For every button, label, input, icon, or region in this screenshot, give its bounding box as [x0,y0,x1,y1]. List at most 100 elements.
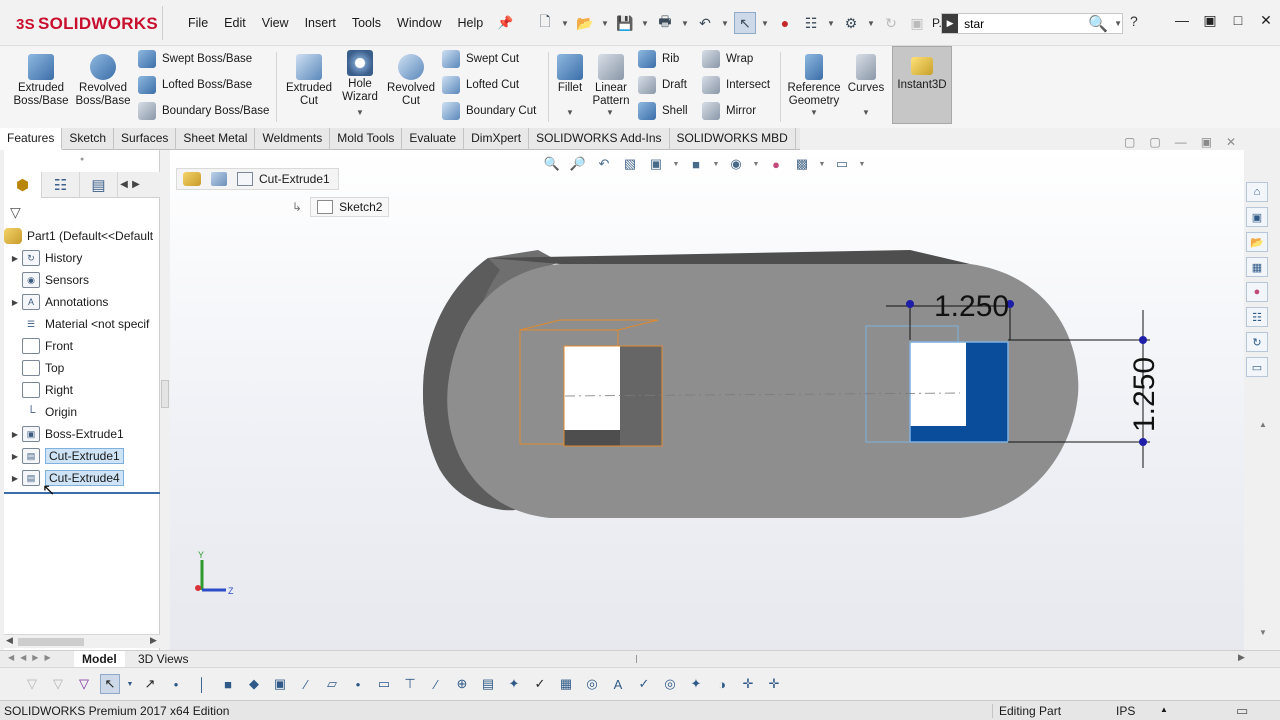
view-settings-icon[interactable]: ▭ [832,154,852,174]
filter-planes-icon[interactable]: ▱ [322,674,342,694]
screen-capture-icon[interactable]: ▣ [906,12,928,34]
tab-dimxpert[interactable]: DimXpert [464,128,530,150]
open-file-icon[interactable]: 📂 [574,12,596,34]
filter-center-of-mass-icon[interactable]: ✛ [738,674,758,694]
print-dropdown-icon[interactable]: ▼ [680,12,690,34]
solidworks-logo[interactable]: 3S SOLIDWORKS [16,10,158,38]
intersect-button[interactable]: Intersect [702,75,770,95]
boundary-boss-button[interactable]: Boundary Boss/Base [138,101,269,121]
file-explorer-icon[interactable]: 📂 [1246,232,1268,252]
instant3d-button[interactable]: Instant3D [892,46,952,124]
hole-wizard-button[interactable]: Hole Wizard [338,50,382,104]
select-pointer-icon[interactable]: ↖ [734,12,756,34]
menu-help[interactable]: Help [450,16,492,30]
panel-tabs-left-icon[interactable]: ◀ [118,172,130,197]
undo-dropdown-icon[interactable]: ▼ [720,12,730,34]
menu-insert[interactable]: Insert [297,16,344,30]
graphics-area[interactable]: 1.250 1.250 Y Z Cut-Extrude1 ↳ Sketch2 🔍… [170,150,1244,650]
tab-features[interactable]: Features [0,128,63,150]
search-dropdown-icon[interactable]: ▼ [1114,19,1122,28]
left-cut-opening[interactable] [564,346,620,430]
filter-centerline-icon[interactable]: ⊕ [452,674,472,694]
tab-surfaces[interactable]: Surfaces [114,128,177,150]
expand-arrow-icon[interactable]: ▶ [8,452,22,461]
close-icon[interactable]: ✕ [1252,12,1280,29]
filter-dimensions-icon[interactable]: ▤ [478,674,498,694]
filter-notes-icon[interactable]: ▦ [556,674,576,694]
feature-manager-tab-icon[interactable]: ⬢ [4,172,42,198]
swept-boss-button[interactable]: Swept Boss/Base [138,49,252,69]
panel-tabs-right-icon[interactable]: ▶ [130,172,142,197]
filter-clear-icon[interactable]: ▽ [48,674,68,694]
minimize-icon[interactable]: — [1168,12,1196,29]
revolved-cut-button[interactable]: Revolved Cut [386,54,436,108]
menu-window[interactable]: Window [389,16,449,30]
filter-midpoints-icon[interactable]: ⊤ [400,674,420,694]
solidworks-resources-icon[interactable]: ↻ [1246,332,1268,352]
panel-splitter[interactable] [160,150,170,650]
zoom-to-fit-icon[interactable]: 🔍 [542,154,562,174]
rib-button[interactable]: Rib [638,49,679,69]
expand-arrow-icon[interactable]: ▶ [8,298,22,307]
new-document-icon[interactable]: 🗋 [534,12,556,34]
filter-sketch-points-icon[interactable]: • [348,674,368,694]
lofted-boss-button[interactable]: Lofted Boss/Base [138,75,252,95]
options-gear-icon[interactable]: ⚙ [840,12,862,34]
filter-routing-icon[interactable]: ✛ [764,674,784,694]
vertical-dimension-value[interactable]: 1.250 [1128,357,1161,432]
tree-item-history[interactable]: ▶ ↻ History [8,248,82,268]
tab-addins[interactable]: SOLIDWORKS Add-Ins [529,128,670,150]
design-library-icon[interactable]: ▣ [1246,207,1268,227]
scroll-up-icon[interactable]: ▲ [1259,420,1267,429]
select-dropdown-icon[interactable]: ▼ [126,674,134,694]
expand-arrow-icon[interactable]: ▶ [8,254,22,263]
filter-blocks-icon[interactable]: ✦ [686,674,706,694]
scroll-down-icon[interactable]: ▼ [1259,628,1267,637]
tab-mbd[interactable]: SOLIDWORKS MBD [670,128,796,150]
rollback-bar[interactable] [4,492,160,494]
appearances-icon[interactable]: ● [1246,282,1268,302]
revolved-boss-button[interactable]: Revolved Boss/Base [74,54,132,108]
tree-item-cut-extrude4[interactable]: ▶ ▤ Cut-Extrude4 [8,468,124,488]
filter-surface-bodies-icon[interactable]: ◆ [244,674,264,694]
tree-item-boss-extrude1[interactable]: ▶ ▣ Boss-Extrude1 [8,424,124,444]
configuration-manager-tab-icon[interactable]: ▤ [80,172,118,198]
view-settings-dropdown-icon[interactable]: ▼ [858,154,866,174]
units-dropdown-icon[interactable]: ▲ [1160,705,1168,714]
fillet-button[interactable]: Fillet [552,54,588,95]
search-input[interactable] [958,16,1089,31]
tab-evaluate[interactable]: Evaluate [402,128,465,150]
filter-weld-symbol-icon[interactable]: ✓ [634,674,654,694]
doc-cascade-icon[interactable]: ▢ [1149,135,1160,149]
display-style-dropdown-icon[interactable]: ▼ [712,154,720,174]
curves-button[interactable]: Curves [846,54,886,95]
tree-item-right-plane[interactable]: Right [8,380,73,400]
hole-wizard-dropdown-icon[interactable]: ▼ [356,108,364,117]
filter-cosmetic-weld-icon[interactable]: ◑ [712,674,732,694]
tab-sketch[interactable]: Sketch [62,128,115,150]
select-dropdown-icon[interactable]: ▼ [760,12,770,34]
filter-toggle-icon[interactable]: ▽ [22,674,42,694]
new-dropdown-icon[interactable]: ▼ [560,12,570,34]
filter-icon[interactable]: ▽ [10,204,21,221]
model-tabs-nav-icon[interactable]: ◀◀▶▶ [8,653,57,662]
tree-item-origin[interactable]: └ Origin [8,402,77,422]
status-customize-icon[interactable]: ▭ [1236,703,1248,719]
scene-dropdown-icon[interactable]: ▼ [818,154,826,174]
tree-root-part[interactable]: Part1 (Default<<Default [4,226,153,246]
select-pointer-icon[interactable]: ↖ [100,674,120,694]
filter-axes-icon[interactable]: ∕ [296,674,316,694]
tree-item-sensors[interactable]: ◉ Sensors [8,270,89,290]
scroll-right-icon[interactable]: ▶ [150,635,157,646]
filter-geometric-tolerance-icon[interactable]: ✓ [530,674,550,694]
pattern-dropdown-icon[interactable]: ▼ [606,108,614,117]
forum-icon[interactable]: ▭ [1246,357,1268,377]
hide-show-dropdown-icon[interactable]: ▼ [752,154,760,174]
model-tabs-scroll-right-icon[interactable]: ▶ [1238,652,1245,663]
panel-grip-icon[interactable]: ● [80,156,84,163]
maximize-icon[interactable]: □ [1224,12,1252,29]
swept-cut-button[interactable]: Swept Cut [442,49,519,69]
reference-geometry-dropdown-icon[interactable]: ▼ [810,108,818,117]
print-icon[interactable]: 🖶 [654,12,676,34]
menu-view[interactable]: View [254,16,297,30]
